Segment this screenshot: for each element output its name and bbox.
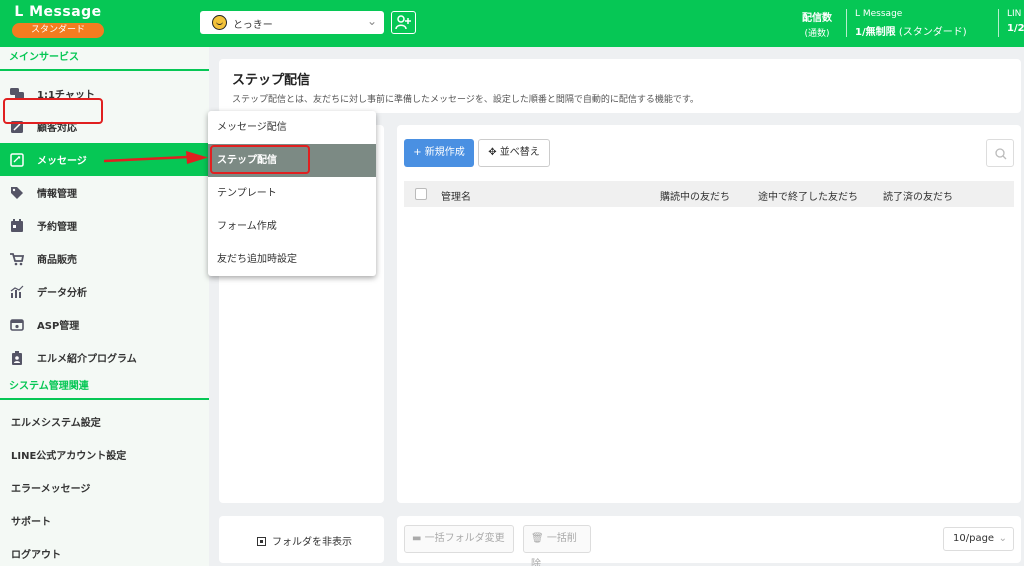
highlight-box-message xyxy=(3,98,103,124)
annotation-arrow xyxy=(104,151,208,164)
plan-title: L Message xyxy=(855,9,903,19)
page-description: ステップ配信とは、友だちに対し事前に準備したメッセージを、設定した順番と間隔で自… xyxy=(232,95,699,105)
sidebar-item-reservation[interactable]: 予約管理 xyxy=(0,209,209,242)
divider xyxy=(998,9,999,37)
sidebar-item-error-messages[interactable]: エラーメッセージ xyxy=(0,471,209,504)
submenu-item-friend-add[interactable]: 友だち追加時設定 xyxy=(208,243,376,276)
step-list-panel: + 新規作成 ✥ 並べ替え 管理名 購読中の友だち 途中で終了した友だち 読了済… xyxy=(397,125,1021,503)
delivery-title: 配信数 xyxy=(802,13,832,24)
sort-button[interactable]: ✥ 並べ替え xyxy=(478,139,550,167)
page-size-value: 10/page xyxy=(953,533,995,544)
trash-icon: 🗑 xyxy=(531,533,544,544)
sidebar-item-label: エルメ紹介プログラム xyxy=(37,354,137,365)
badge-icon xyxy=(10,350,24,365)
brand[interactable]: L Message スタンダード xyxy=(12,4,104,38)
chevron-down-icon: ⌄ xyxy=(998,533,1007,544)
new-create-button[interactable]: + 新規作成 xyxy=(404,139,474,167)
sidebar-item-support[interactable]: サポート xyxy=(0,504,209,537)
move-icon: ✥ xyxy=(488,147,497,158)
sidebar-item-label: 商品販売 xyxy=(37,255,77,266)
toggle-folder-label: フォルダを非表示 xyxy=(272,537,352,548)
plan-usage: L Message 1/無制限 (スタンダード) xyxy=(855,9,967,38)
brand-name: L Message xyxy=(14,4,102,20)
submenu-item-message-delivery[interactable]: メッセージ配信 xyxy=(208,111,376,144)
search-button[interactable] xyxy=(986,139,1014,167)
sidebar: メインサービス 1:1チャット 顧客対応 メッセージ 情報管理 予約管理 商品販 xyxy=(0,47,209,566)
top-header: L Message スタンダード とっきー ⌄ 配信数 (通数) L Messa… xyxy=(0,0,1024,47)
divider xyxy=(846,9,847,37)
column-completed[interactable]: 読了済の友だち xyxy=(883,188,953,203)
sort-label: 並べ替え xyxy=(499,147,540,158)
line-usage: LIN 1/2 xyxy=(1007,9,1024,34)
plan-value: 1/無制限 xyxy=(855,27,896,38)
bulk-folder-change-button[interactable]: ▬ 一括フォルダ変更 xyxy=(404,525,514,553)
column-stopped[interactable]: 途中で終了した友だち xyxy=(758,188,858,203)
toggle-folder-button[interactable]: フォルダを非表示 xyxy=(257,533,352,548)
search-icon xyxy=(995,148,1007,160)
add-friend-button[interactable] xyxy=(391,11,416,34)
hide-folder-icon xyxy=(257,537,266,546)
sidebar-item-label: データ分析 xyxy=(37,288,87,299)
section-main-services: メインサービス xyxy=(0,47,209,71)
page-title: ステップ配信 xyxy=(232,73,311,88)
sidebar-item-label: サポート xyxy=(11,517,51,528)
sidebar-item-label: LINE公式アカウント設定 xyxy=(11,451,127,462)
sidebar-item-referral[interactable]: エルメ紹介プログラム xyxy=(0,341,209,374)
sidebar-item-label: 予約管理 xyxy=(37,222,77,233)
submenu-item-form[interactable]: フォーム作成 xyxy=(208,210,376,243)
add-user-icon xyxy=(395,15,411,30)
line-value: 1/2 xyxy=(1007,23,1024,34)
plan-badge: スタンダード xyxy=(12,23,104,38)
sidebar-item-label: 情報管理 xyxy=(37,189,77,200)
sidebar-item-sales[interactable]: 商品販売 xyxy=(0,242,209,275)
sidebar-item-label: メッセージ xyxy=(37,156,87,167)
sidebar-item-label: エラーメッセージ xyxy=(11,484,91,495)
column-name[interactable]: 管理名 xyxy=(441,188,471,203)
table-header: 管理名 購読中の友だち 途中で終了した友だち 読了済の友だち xyxy=(404,181,1014,207)
cart-icon xyxy=(10,252,25,266)
page-size-select[interactable]: 10/page ⌄ xyxy=(943,527,1014,551)
line-title: LIN xyxy=(1007,9,1022,19)
analytics-icon xyxy=(10,285,24,299)
account-avatar xyxy=(212,15,227,30)
submenu-item-template[interactable]: テンプレート xyxy=(208,177,376,210)
asp-icon xyxy=(10,318,24,332)
calendar-icon xyxy=(10,218,24,233)
page-header: ステップ配信 ステップ配信とは、友だちに対し事前に準備したメッセージを、設定した… xyxy=(219,59,1021,113)
sidebar-item-label: ログアウト xyxy=(11,550,61,561)
section-system: システム管理関連 xyxy=(0,376,209,400)
select-all-checkbox[interactable] xyxy=(415,188,427,200)
account-selector[interactable]: とっきー ⌄ xyxy=(200,11,384,34)
sidebar-item-label: エルメシステム設定 xyxy=(11,418,101,429)
highlight-box-step xyxy=(210,145,310,174)
folder-footer: フォルダを非表示 xyxy=(219,516,384,563)
bulk-delete-button[interactable]: 🗑 一括削除 xyxy=(523,525,591,566)
list-footer: ▬ 一括フォルダ変更 🗑 一括削除 10/page ⌄ xyxy=(397,516,1021,566)
bulk-folder-label: 一括フォルダ変更 xyxy=(424,533,505,544)
folder-icon: ▬ xyxy=(412,533,422,544)
message-submenu: メッセージ配信 ステップ配信 テンプレート フォーム作成 友だち追加時設定 xyxy=(208,111,376,276)
message-icon xyxy=(10,152,24,167)
tag-icon xyxy=(10,186,24,200)
plan-type: (スタンダード) xyxy=(898,27,967,38)
delivery-count: 配信数 (通数) xyxy=(793,9,841,39)
sidebar-item-line-settings[interactable]: LINE公式アカウント設定 xyxy=(0,438,209,471)
chevron-down-icon: ⌄ xyxy=(366,14,377,28)
sidebar-item-system-settings[interactable]: エルメシステム設定 xyxy=(0,405,209,438)
delivery-sub: (通数) xyxy=(804,29,830,39)
account-name: とっきー xyxy=(233,20,273,31)
sidebar-item-asp[interactable]: ASP管理 xyxy=(0,308,209,341)
sidebar-item-analytics[interactable]: データ分析 xyxy=(0,275,209,308)
sidebar-item-logout[interactable]: ログアウト xyxy=(0,537,209,566)
sidebar-item-info[interactable]: 情報管理 xyxy=(0,176,209,209)
sidebar-item-label: ASP管理 xyxy=(37,321,80,332)
column-subscribed[interactable]: 購読中の友だち xyxy=(660,188,730,203)
